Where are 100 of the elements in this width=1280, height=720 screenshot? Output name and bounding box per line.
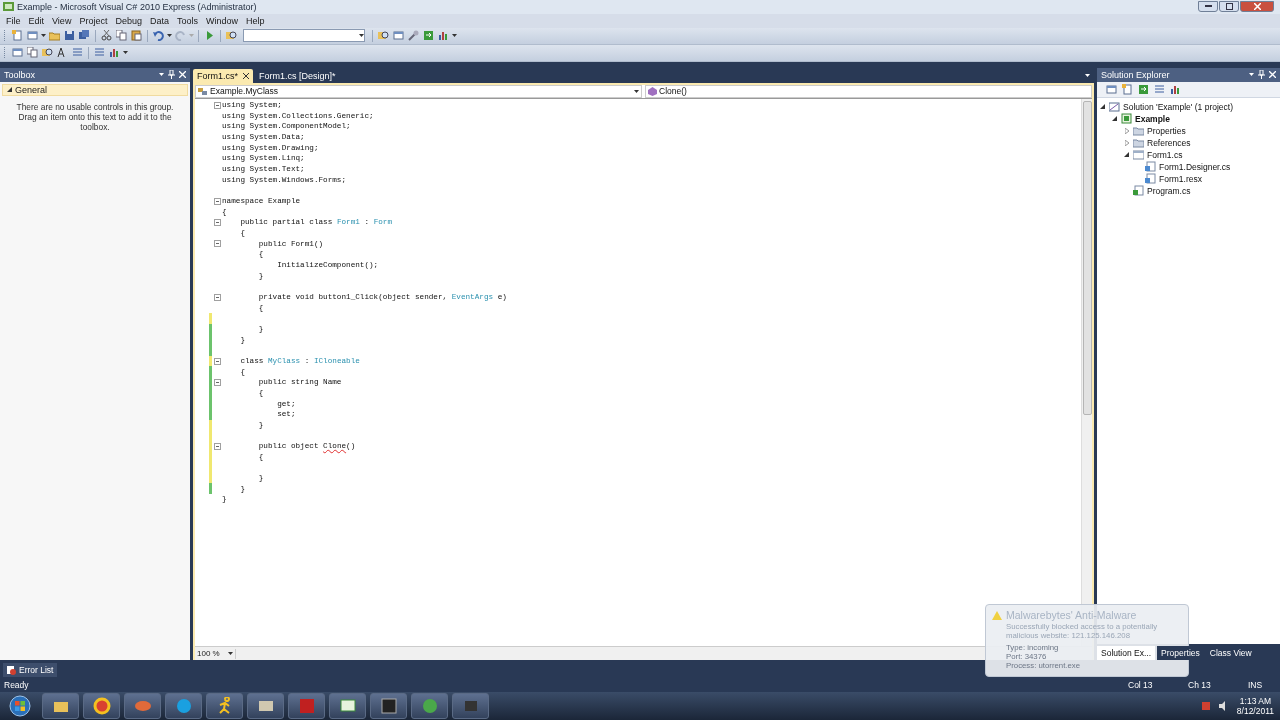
lines-icon xyxy=(94,47,105,59)
window-icon xyxy=(27,30,38,42)
file-icon xyxy=(1145,161,1156,173)
tree-item[interactable]: Form1.Designer.cs xyxy=(1159,161,1231,172)
taskbar-app-button[interactable] xyxy=(247,693,284,719)
empty-toolbox-message: There are no usable controls in this group. Drag an item onto this text to add it to the toolbox. xyxy=(15,101,175,132)
document-tab[interactable]: Form1.cs* xyxy=(193,68,253,83)
find-combo-box[interactable] xyxy=(243,29,365,43)
class-icon xyxy=(198,86,208,96)
taskbar-app-button[interactable] xyxy=(42,693,79,719)
taskbar-app-button[interactable] xyxy=(370,693,407,719)
collapse-toggle[interactable] xyxy=(214,442,221,450)
menu-item[interactable]: File xyxy=(2,15,25,26)
form-icon xyxy=(1133,149,1144,161)
code-file-icon xyxy=(1133,185,1144,197)
panel-tab[interactable]: Solution Ex... xyxy=(1097,646,1156,661)
window-icon xyxy=(12,47,23,59)
menu-item[interactable]: Edit xyxy=(24,15,49,26)
export-icon xyxy=(1138,83,1149,95)
menu-item[interactable]: Tools xyxy=(172,15,202,26)
lines-icon xyxy=(72,47,83,59)
tree-item[interactable]: References xyxy=(1147,137,1191,148)
toolbar-button[interactable] xyxy=(63,29,76,43)
panel-title: Solution Explorer xyxy=(1101,69,1170,80)
caret-icon xyxy=(228,652,233,656)
toolbar-button[interactable] xyxy=(407,29,420,43)
zoom-dropdown[interactable]: 100 % xyxy=(195,648,236,659)
caret-icon xyxy=(167,34,172,38)
collapse-toggle[interactable] xyxy=(214,378,221,386)
close-icon[interactable] xyxy=(243,72,249,79)
collapse-toggle[interactable] xyxy=(214,240,221,248)
member-dropdown[interactable]: Clone() xyxy=(645,84,1092,98)
error-list-tab[interactable]: Error List xyxy=(3,663,58,678)
window-icon xyxy=(1106,83,1117,95)
tree-item[interactable]: Form1.cs xyxy=(1147,149,1183,160)
menu-item[interactable]: View xyxy=(48,15,76,26)
toolbar-button[interactable] xyxy=(152,29,165,43)
tree-item[interactable]: Solution 'Example' (1 project) xyxy=(1123,101,1234,112)
caret-icon xyxy=(41,34,46,38)
restore-button[interactable] xyxy=(1219,1,1239,13)
folder-icon xyxy=(1133,137,1144,149)
expanded-arrow-icon[interactable] xyxy=(1100,104,1105,110)
find-in-files-icon xyxy=(226,30,237,42)
tree-item[interactable]: Form1.resx xyxy=(1159,173,1202,184)
wrench-icon xyxy=(408,30,419,42)
tray-icon[interactable] xyxy=(1200,701,1211,711)
copy-icon xyxy=(27,47,38,59)
square-app-icon xyxy=(379,697,398,715)
find-in-files-icon xyxy=(42,47,53,59)
window-title: Example - Microsoft Visual C# 2010 Express (Administrator) xyxy=(17,1,257,12)
font-size-icon xyxy=(57,47,68,59)
toolbar-button[interactable] xyxy=(108,46,121,60)
close-icon xyxy=(1253,3,1261,11)
close-button[interactable] xyxy=(1240,1,1274,13)
clipboard-icon xyxy=(131,30,142,42)
menu-item[interactable]: Data xyxy=(145,15,173,26)
collapse-toggle[interactable] xyxy=(214,197,221,205)
status-item: Ch 13 xyxy=(1188,680,1212,691)
toolbar-button[interactable] xyxy=(100,29,113,43)
menu-item[interactable]: Window xyxy=(201,15,242,26)
recycle-icon xyxy=(420,697,439,715)
collapse-toggle[interactable] xyxy=(214,101,221,109)
menu-item[interactable]: Debug xyxy=(111,15,146,26)
maximize-icon xyxy=(1225,3,1233,11)
caret-icon xyxy=(123,51,128,55)
tree-item[interactable]: Example xyxy=(1135,113,1170,124)
document-tab[interactable]: Form1.cs [Design]* xyxy=(255,68,340,83)
caret-icon xyxy=(452,34,457,38)
menu-item[interactable]: Project xyxy=(75,15,112,26)
tree-item[interactable]: Properties xyxy=(1147,125,1186,136)
caret-icon xyxy=(634,89,639,93)
clock[interactable]: 1:13 AM 8/12/2011 xyxy=(1236,696,1274,716)
menu-item[interactable]: Help xyxy=(242,15,269,26)
expanded-arrow-icon[interactable] xyxy=(1112,116,1117,122)
pin-icon[interactable] xyxy=(168,70,175,80)
collapse-toggle[interactable] xyxy=(214,293,221,301)
collapse-toggle[interactable] xyxy=(214,219,221,227)
taskbar-app-button[interactable] xyxy=(83,693,120,719)
pin-icon[interactable] xyxy=(1258,70,1265,80)
notification-title: Malwarebytes' Anti-Malware xyxy=(1006,609,1137,621)
collapsed-arrow-icon[interactable] xyxy=(1124,139,1129,146)
tree-item[interactable]: Program.cs xyxy=(1147,185,1191,196)
type-dropdown[interactable]: Example.MyClass xyxy=(195,84,642,98)
toolbox-group[interactable]: General xyxy=(2,83,188,96)
document-icon xyxy=(1122,83,1133,95)
minimize-button[interactable] xyxy=(1198,1,1218,13)
taskbar-app-button[interactable] xyxy=(329,693,366,719)
expanded-arrow-icon[interactable] xyxy=(1124,152,1129,158)
scissors-icon xyxy=(101,30,112,42)
collapsed-arrow-icon[interactable] xyxy=(1124,127,1129,134)
project-icon xyxy=(1121,113,1132,125)
toolbar-button[interactable] xyxy=(437,29,450,43)
folder-icon xyxy=(1133,125,1144,137)
toolbar-button[interactable] xyxy=(130,29,143,43)
disks-icon xyxy=(79,30,90,42)
caret-icon xyxy=(1085,74,1090,78)
redo-icon xyxy=(175,30,186,42)
folder-icon xyxy=(49,30,60,42)
taskbar-app-button[interactable] xyxy=(206,693,243,719)
collapse-toggle[interactable] xyxy=(214,357,221,365)
